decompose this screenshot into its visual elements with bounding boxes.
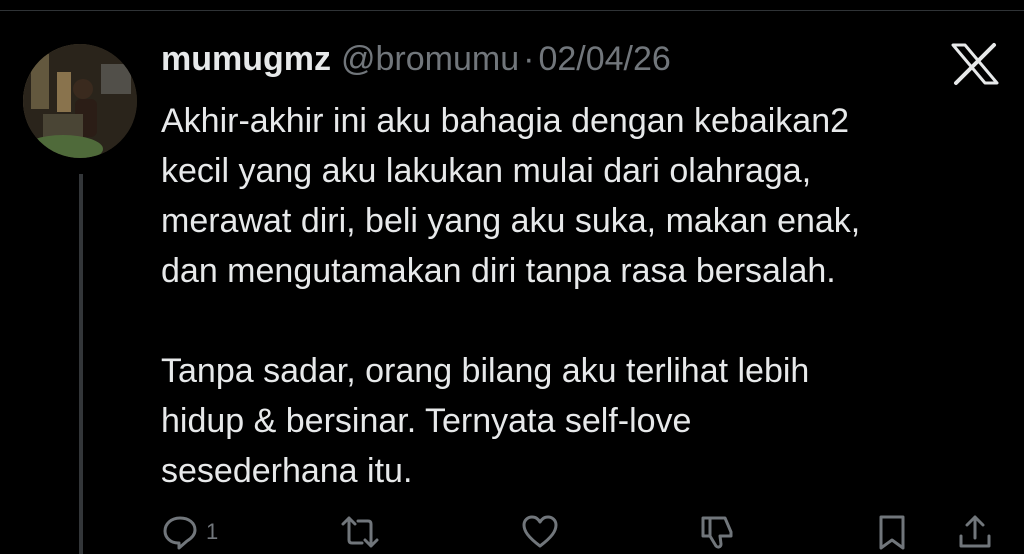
avatar[interactable] bbox=[23, 44, 137, 158]
reply-button[interactable]: 1 bbox=[160, 512, 218, 552]
retweet-button[interactable] bbox=[340, 512, 380, 552]
thread-line bbox=[79, 174, 83, 554]
tweet-line: Tanpa sadar, orang bilang aku terlihat l… bbox=[161, 352, 810, 390]
retweet-icon bbox=[341, 516, 379, 548]
tweet-line: Akhir-akhir ini aku bahagia dengan kebai… bbox=[161, 102, 850, 140]
tweet-paragraph: Tanpa sadar, orang bilang aku terlihat l… bbox=[161, 346, 981, 496]
tweet-line: sesederhana itu. bbox=[161, 452, 413, 490]
tweet-text: Akhir-akhir ini aku bahagia dengan kebai… bbox=[161, 96, 981, 496]
share-icon bbox=[959, 515, 991, 548]
bookmark-icon bbox=[879, 515, 905, 550]
bookmark-button[interactable] bbox=[872, 512, 912, 552]
avatar-photo bbox=[23, 44, 137, 158]
tweet-line: kecil yang aku lakukan mulai dari olahra… bbox=[161, 152, 812, 190]
reply-icon bbox=[163, 516, 197, 550]
like-button[interactable] bbox=[520, 512, 560, 552]
separator-dot: · bbox=[523, 40, 535, 78]
tweet-line: dan mengutamakan diri tanpa rasa bersala… bbox=[161, 252, 836, 290]
tweet-date[interactable]: 02/04/26 bbox=[538, 40, 670, 79]
top-divider bbox=[0, 0, 1024, 11]
x-logo-icon bbox=[951, 43, 999, 85]
tweet-line: hidup & bersinar. Ternyata self-love bbox=[161, 402, 692, 440]
tweet-line: merawat diri, beli yang aku suka, makan … bbox=[161, 202, 861, 240]
share-button[interactable] bbox=[955, 512, 995, 552]
action-bar: 1 bbox=[0, 506, 1024, 554]
dislike-button[interactable] bbox=[698, 512, 738, 552]
dislike-icon bbox=[701, 516, 733, 549]
tweet-paragraph: Akhir-akhir ini aku bahagia dengan kebai… bbox=[161, 96, 981, 296]
tweet-header: mumugmz @bromumu · 02/04/26 bbox=[161, 40, 671, 84]
display-name[interactable]: mumugmz bbox=[161, 40, 331, 79]
user-handle[interactable]: @bromumu bbox=[341, 40, 519, 79]
reply-count: 1 bbox=[206, 519, 219, 544]
like-icon bbox=[522, 515, 558, 548]
